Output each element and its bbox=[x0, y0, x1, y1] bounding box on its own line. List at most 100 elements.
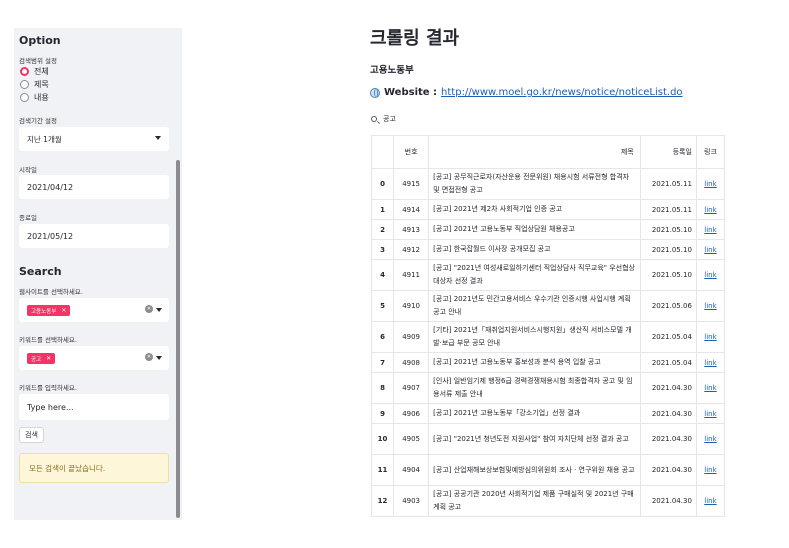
row-title: [공고] 산업재해보상보험및예방심의위원회 조사 · 연구위원 채용 공고 bbox=[428, 454, 641, 486]
row-link[interactable]: link bbox=[704, 206, 716, 214]
row-number: 4909 bbox=[393, 321, 430, 353]
search-keyword: 공고 bbox=[383, 115, 396, 123]
period-select[interactable]: 지난 1개월 bbox=[19, 127, 169, 151]
table-row: 9 4906 [공고] 2021년 고용노동부「강소기업」선정 결과 2021.04.… bbox=[370, 403, 726, 424]
header-date: 등록일 bbox=[639, 135, 697, 169]
keyword-select-label: 키워드를 선택하세요. bbox=[19, 336, 77, 344]
chevron-down-icon[interactable] bbox=[156, 308, 162, 312]
radio-option-all[interactable]: 전체 bbox=[20, 66, 49, 77]
row-index: 3 bbox=[370, 239, 395, 260]
row-link-cell: link bbox=[695, 403, 726, 424]
search-button[interactable]: 검색 bbox=[19, 427, 44, 443]
row-date: 2021.05.10 bbox=[639, 219, 697, 240]
start-date-label: 시작일 bbox=[19, 166, 37, 174]
table-row: 11 4904 [공고] 산업재해보상보험및예방심의위원회 조사 · 연구위원 채용… bbox=[370, 454, 726, 486]
row-link[interactable]: link bbox=[704, 410, 716, 418]
table-row: 10 4905 [공고] "2021년 청년도전 지원사업" 참여 자치단체 선정 … bbox=[370, 423, 726, 455]
header-index bbox=[370, 135, 395, 169]
table-row: 8 4907 [인사] 일반임기제 행정6급 경력경쟁채용시험 최종합격자 공고 및… bbox=[370, 372, 726, 404]
radio-label: 제목 bbox=[34, 80, 49, 89]
website-label: Website : bbox=[384, 87, 438, 98]
keyword-input[interactable]: Type here... bbox=[19, 394, 169, 420]
row-date: 2021.05.11 bbox=[639, 199, 697, 220]
row-link[interactable]: link bbox=[704, 359, 716, 367]
row-index: 2 bbox=[370, 219, 395, 240]
row-index: 10 bbox=[370, 423, 395, 455]
row-link[interactable]: link bbox=[704, 435, 716, 443]
row-date: 2021.04.30 bbox=[639, 403, 697, 424]
website-tag[interactable]: 고용노동부 ✕ bbox=[27, 305, 71, 316]
radio-option-content[interactable]: 내용 bbox=[20, 92, 49, 103]
row-index: 7 bbox=[370, 352, 395, 373]
radio-checked-icon bbox=[20, 67, 29, 76]
row-link[interactable]: link bbox=[704, 497, 716, 505]
clear-icon[interactable]: ✕ bbox=[145, 305, 153, 313]
website-multiselect[interactable]: 고용노동부 ✕ ✕ bbox=[19, 298, 169, 322]
radio-option-title[interactable]: 제목 bbox=[20, 79, 49, 90]
table-header-row: 번호 제목 등록일 링크 bbox=[370, 135, 726, 169]
start-date-input[interactable]: 2021/04/12 bbox=[19, 175, 169, 199]
row-link[interactable]: link bbox=[704, 271, 716, 279]
row-link-cell: link bbox=[695, 352, 726, 373]
clear-icon[interactable]: ✕ bbox=[145, 353, 153, 361]
row-number: 4910 bbox=[393, 290, 430, 322]
row-title: [공고] "2021년 여성새로일하기센터 직업상담사 직무교육" 우선협상 대… bbox=[428, 259, 641, 291]
row-date: 2021.04.30 bbox=[639, 485, 697, 517]
chevron-down-icon bbox=[155, 136, 161, 140]
close-icon[interactable]: ✕ bbox=[46, 355, 51, 362]
radio-label: 전체 bbox=[34, 67, 49, 76]
header-title: 제목 bbox=[428, 135, 641, 169]
period-label: 검색기간 설정 bbox=[19, 117, 57, 125]
row-date: 2021.05.10 bbox=[639, 239, 697, 260]
table-row: 4 4911 [공고] "2021년 여성새로일하기센터 직업상담사 직무교육" 우… bbox=[370, 259, 726, 291]
row-title: [공고] 공공기관 2020년 사회적기업 제품 구매실적 및 2021년 구매… bbox=[428, 485, 641, 517]
row-index: 8 bbox=[370, 372, 395, 404]
keyword-input-label: 키워드를 입력하세요. bbox=[19, 384, 77, 392]
table-row: 0 4915 [공고] 공무직근로자(자산운용 전문위원) 채용시험 서류전형 합격… bbox=[370, 168, 726, 200]
row-number: 4913 bbox=[393, 219, 430, 240]
row-title: [공고] 2021년 고용노동부 홍보성과 분석 용역 입찰 공고 bbox=[428, 352, 641, 373]
row-link[interactable]: link bbox=[704, 246, 716, 254]
row-date: 2021.05.10 bbox=[639, 259, 697, 291]
row-link[interactable]: link bbox=[704, 302, 716, 310]
row-number: 4906 bbox=[393, 403, 430, 424]
row-title: [공고] 2021년 고용노동부 직업상담원 채용공고 bbox=[428, 219, 641, 240]
keyword-multiselect[interactable]: 공고 ✕ ✕ bbox=[19, 346, 169, 370]
row-link-cell: link bbox=[695, 372, 726, 404]
tag-label: 공고 bbox=[31, 356, 42, 363]
row-link-cell: link bbox=[695, 290, 726, 322]
keyword-tag[interactable]: 공고 ✕ bbox=[27, 353, 56, 364]
row-index: 4 bbox=[370, 259, 395, 291]
row-link-cell: link bbox=[695, 454, 726, 486]
row-link[interactable]: link bbox=[704, 333, 716, 341]
table-row: 1 4914 [공고] 2021년 제2차 사회적기업 인증 공고 2021.05.1… bbox=[370, 199, 726, 220]
end-date-label: 종료일 bbox=[19, 214, 37, 222]
tag-label: 고용노동부 bbox=[31, 308, 57, 315]
row-number: 4905 bbox=[393, 423, 430, 455]
row-title: [기타] 2021년「재취업지원서비스시행지원」생산직 서비스모델 개발·보급 … bbox=[428, 321, 641, 353]
website-link[interactable]: http://www.moel.go.kr/news/notice/notice… bbox=[441, 87, 683, 98]
row-link[interactable]: link bbox=[704, 226, 716, 234]
row-index: 1 bbox=[370, 199, 395, 220]
end-date-input[interactable]: 2021/05/12 bbox=[19, 224, 169, 248]
radio-unchecked-icon bbox=[20, 93, 29, 102]
row-number: 4903 bbox=[393, 485, 430, 517]
row-link[interactable]: link bbox=[704, 466, 716, 474]
row-title: [인사] 일반임기제 행정6급 경력경쟁채용시험 최종합격자 공고 및 임용서류… bbox=[428, 372, 641, 404]
header-link: 링크 bbox=[695, 135, 726, 169]
row-number: 4914 bbox=[393, 199, 430, 220]
row-index: 0 bbox=[370, 168, 395, 200]
chevron-down-icon[interactable] bbox=[156, 356, 162, 360]
row-index: 6 bbox=[370, 321, 395, 353]
row-link[interactable]: link bbox=[704, 384, 716, 392]
row-date: 2021.05.04 bbox=[639, 352, 697, 373]
row-number: 4908 bbox=[393, 352, 430, 373]
search-section-title: Search bbox=[19, 265, 62, 278]
sidebar-scrollbar[interactable] bbox=[176, 160, 180, 518]
row-date: 2021.05.06 bbox=[639, 290, 697, 322]
row-link[interactable]: link bbox=[704, 180, 716, 188]
radio-label: 내용 bbox=[34, 93, 49, 102]
period-select-value: 지난 1개월 bbox=[27, 134, 62, 144]
close-icon[interactable]: ✕ bbox=[61, 307, 66, 314]
results-table: 번호 제목 등록일 링크 0 4915 [공고] 공무직근로자(자산운용 전문위원)… bbox=[370, 135, 726, 517]
